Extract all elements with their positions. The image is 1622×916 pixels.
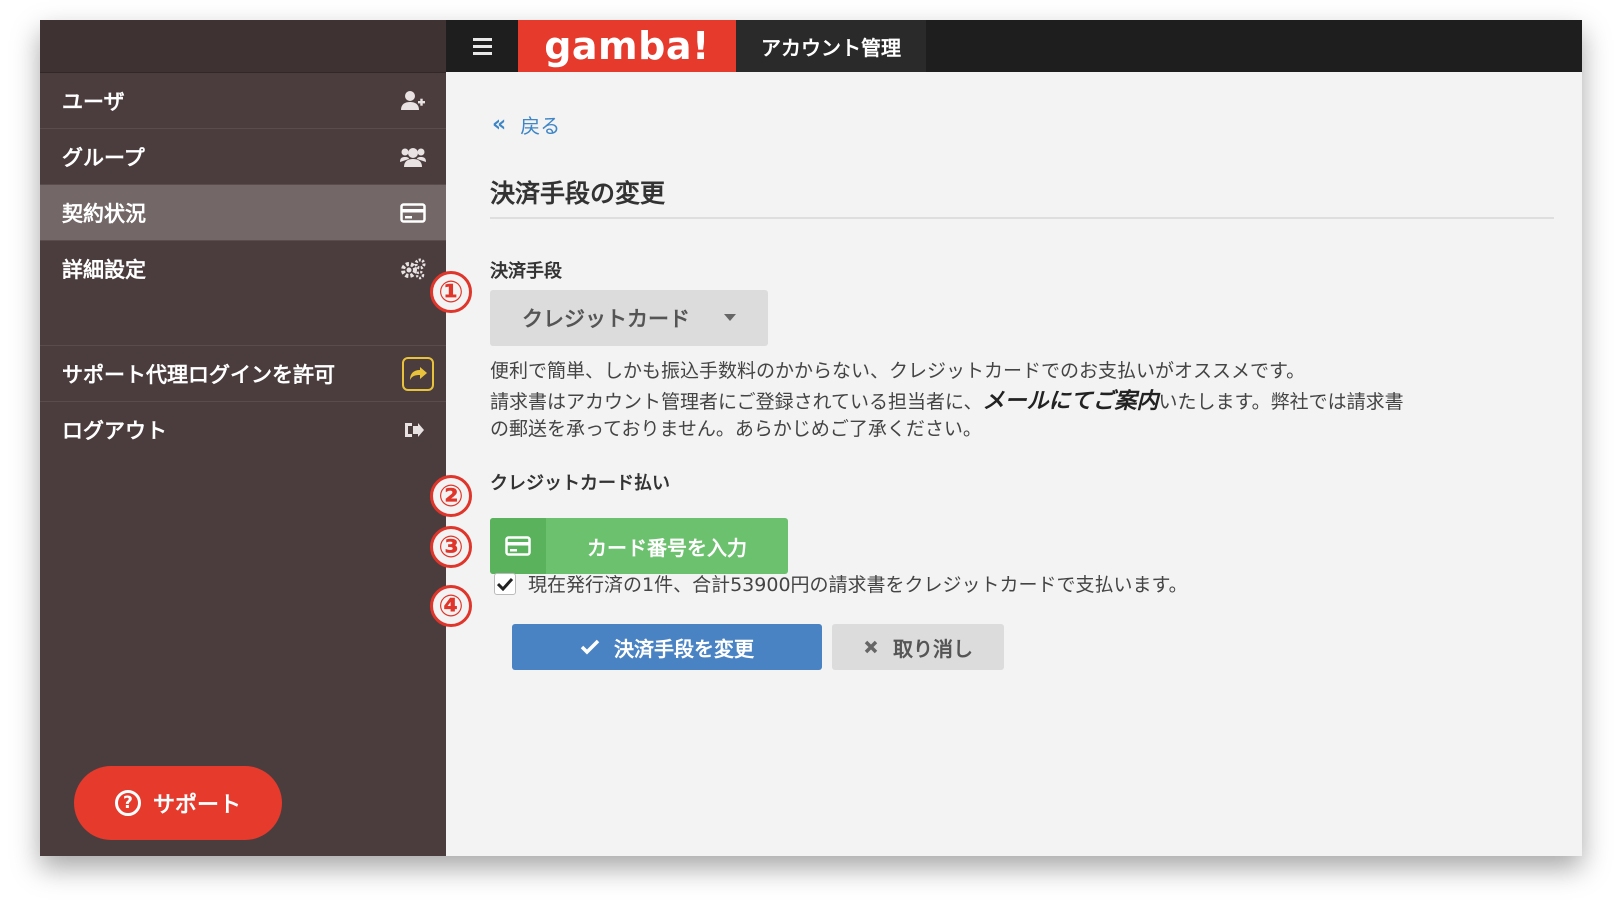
payment-method-select[interactable]: クレジットカード xyxy=(490,290,768,346)
cancel-button-label: 取り消し xyxy=(893,636,973,661)
payment-method-value: クレジットカード xyxy=(522,307,690,331)
double-chevron-left-icon: « xyxy=(492,112,507,137)
sidebar-item-settings[interactable]: 詳細設定 xyxy=(40,241,446,297)
top-bar: gamba! アカウント管理 xyxy=(446,20,1582,72)
pay-invoices-checkbox[interactable] xyxy=(494,572,516,595)
sidebar: ユーザ グループ 契約状況 詳細設定 サポート代理ログインを許可 ログアウト ?… xyxy=(40,20,446,856)
sidebar-item-label: 契約状況 xyxy=(62,201,146,226)
checkmark-icon xyxy=(580,639,600,655)
sidebar-item-label: グループ xyxy=(62,145,145,170)
enter-card-number-button[interactable]: カード番号を入力 xyxy=(490,518,788,574)
main-content: « 戻る 決済手段の変更 決済手段 クレジットカード 便利で簡単、しかも振込手数… xyxy=(446,72,1582,856)
sidebar-item-support-login[interactable]: サポート代理ログインを許可 xyxy=(40,346,446,402)
description-line-3: の郵送を承っておりません。あらかじめご了承ください。 xyxy=(490,418,982,440)
credit-card-icon xyxy=(400,200,426,226)
checkmark-icon xyxy=(497,577,513,591)
annotation-marker-1: ① xyxy=(430,271,472,313)
annotation-marker-2: ② xyxy=(430,475,472,517)
description-line-2: 請求書はアカウント管理者にご登録されている担当者に、メールにてご案内いたします。… xyxy=(490,388,1530,416)
title-divider xyxy=(490,217,1554,219)
sidebar-item-label: ユーザ xyxy=(62,89,125,114)
sidebar-item-label: サポート代理ログインを許可 xyxy=(62,362,335,387)
gears-icon xyxy=(400,256,426,282)
enter-card-number-label: カード番号を入力 xyxy=(587,535,747,560)
support-button[interactable]: ? サポート xyxy=(74,766,282,840)
brand-logo[interactable]: gamba! xyxy=(518,20,736,72)
logout-icon xyxy=(400,417,426,443)
menu-icon[interactable] xyxy=(446,20,518,72)
pay-invoices-checkbox-row: 現在発行済の1件、合計53900円の請求書をクレジットカードで支払います。 xyxy=(494,570,1188,597)
pay-invoices-checkbox-label: 現在発行済の1件、合計53900円の請求書をクレジットカードで支払います。 xyxy=(528,574,1188,596)
sidebar-divider xyxy=(40,297,446,346)
sidebar-item-contract[interactable]: 契約状況 xyxy=(40,185,446,241)
sidebar-header xyxy=(40,20,446,73)
back-link-label: 戻る xyxy=(520,114,561,138)
section-title: アカウント管理 xyxy=(736,20,926,72)
description-line-1: 便利で簡単、しかも振込手数料のかからない、クレジットカードでのお支払いがオススメ… xyxy=(490,360,1306,382)
help-icon: ? xyxy=(114,790,141,816)
add-user-icon xyxy=(400,88,426,114)
back-link[interactable]: « 戻る xyxy=(492,110,560,139)
page-title: 決済手段の変更 xyxy=(490,179,666,208)
share-arrow-icon xyxy=(402,356,434,391)
app-window: ユーザ グループ 契約状況 詳細設定 サポート代理ログインを許可 ログアウト ?… xyxy=(40,20,1582,856)
sidebar-item-groups[interactable]: グループ xyxy=(40,129,446,185)
card-section-label: クレジットカード払い xyxy=(490,473,670,494)
description-text: いたします。弊社では請求書 xyxy=(1158,391,1404,413)
close-icon xyxy=(864,640,878,654)
change-payment-method-label: 決済手段を変更 xyxy=(614,636,754,661)
sidebar-item-label: ログアウト xyxy=(62,419,167,443)
description-emphasis: メールにてご案内 xyxy=(982,389,1159,414)
payment-method-label: 決済手段 xyxy=(490,261,562,282)
annotation-marker-3: ③ xyxy=(430,526,472,568)
sidebar-item-label: 詳細設定 xyxy=(62,258,146,282)
support-button-label: サポート xyxy=(152,793,241,818)
description-text: 請求書はアカウント管理者にご登録されている担当者に、 xyxy=(490,391,983,413)
group-icon xyxy=(400,144,426,170)
cancel-button[interactable]: 取り消し xyxy=(832,624,1004,670)
sidebar-item-logout[interactable]: ログアウト xyxy=(40,402,446,458)
credit-card-icon xyxy=(490,518,546,574)
caret-down-icon xyxy=(724,314,736,321)
sidebar-item-users[interactable]: ユーザ xyxy=(40,73,446,129)
annotation-marker-4: ④ xyxy=(430,585,472,627)
change-payment-method-button[interactable]: 決済手段を変更 xyxy=(512,624,822,670)
